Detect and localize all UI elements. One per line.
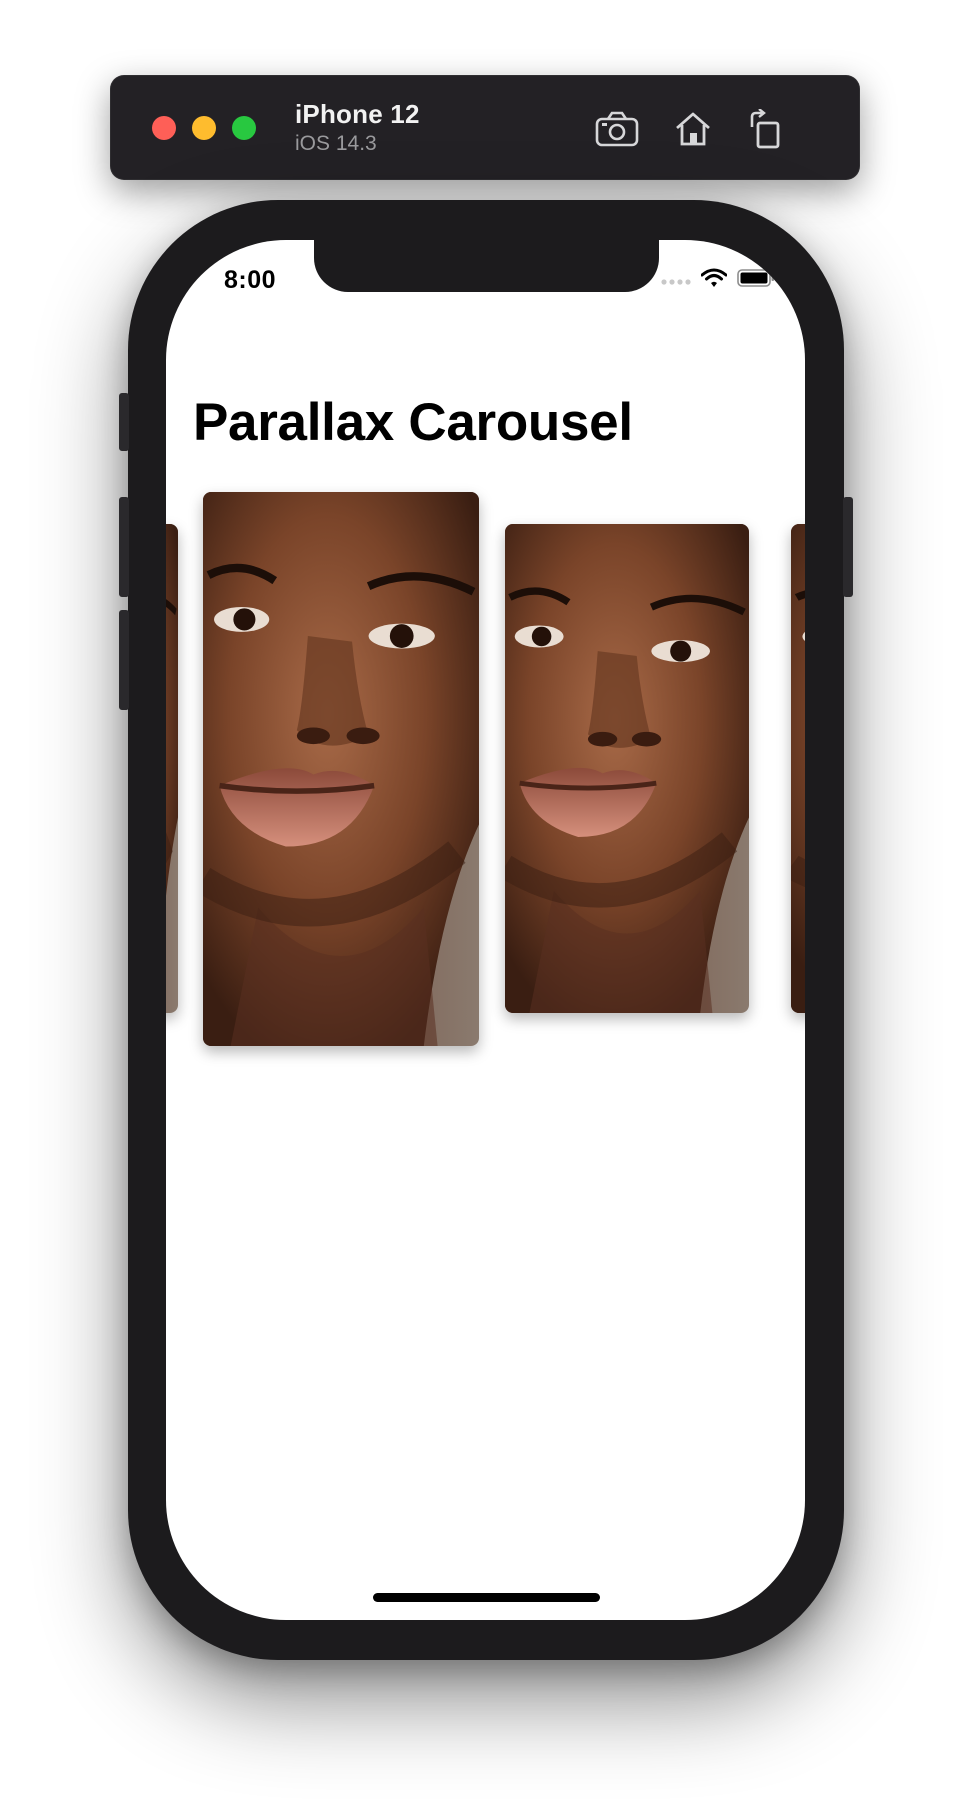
status-time: 8:00: [224, 266, 277, 294]
page-title: Parallax Carousel: [193, 393, 633, 452]
portrait-photo: [505, 524, 749, 1013]
signal-dots-icon: [661, 272, 691, 290]
close-window-button[interactable]: [152, 116, 176, 140]
zoom-window-button[interactable]: [232, 116, 256, 140]
home-icon: [673, 110, 713, 148]
carousel-card-focused[interactable]: [203, 492, 479, 1046]
os-version: iOS 14.3: [295, 132, 377, 155]
portrait-photo: [791, 524, 805, 1013]
portrait-photo: [203, 492, 479, 1046]
status-icons: [661, 268, 775, 293]
wifi-icon: [700, 268, 728, 293]
volume-up-button: [119, 497, 129, 597]
device-name: iPhone 12: [295, 99, 420, 129]
carousel-card-partial-left[interactable]: [166, 524, 178, 1013]
rotate-button[interactable]: [741, 105, 789, 153]
battery-icon: [737, 269, 775, 292]
home-button[interactable]: [669, 105, 717, 153]
rotate-icon: [746, 109, 784, 149]
app-screen: 8:00 Parallax Carousel: [166, 240, 805, 1620]
carousel-card-partial-right[interactable]: [791, 524, 805, 1013]
simulator-title-bar: iPhone 12 iOS 14.3: [110, 75, 860, 180]
portrait-photo: [166, 524, 178, 1013]
screenshot-camera-icon: [595, 111, 639, 147]
minimize-window-button[interactable]: [192, 116, 216, 140]
side-power-button: [843, 497, 853, 597]
carousel-card-unfocused[interactable]: [505, 524, 749, 1013]
home-indicator[interactable]: [373, 1593, 600, 1602]
notch: [314, 240, 659, 292]
screenshot-button[interactable]: [593, 105, 641, 153]
volume-down-button: [119, 610, 129, 710]
ring-switch: [119, 393, 129, 451]
